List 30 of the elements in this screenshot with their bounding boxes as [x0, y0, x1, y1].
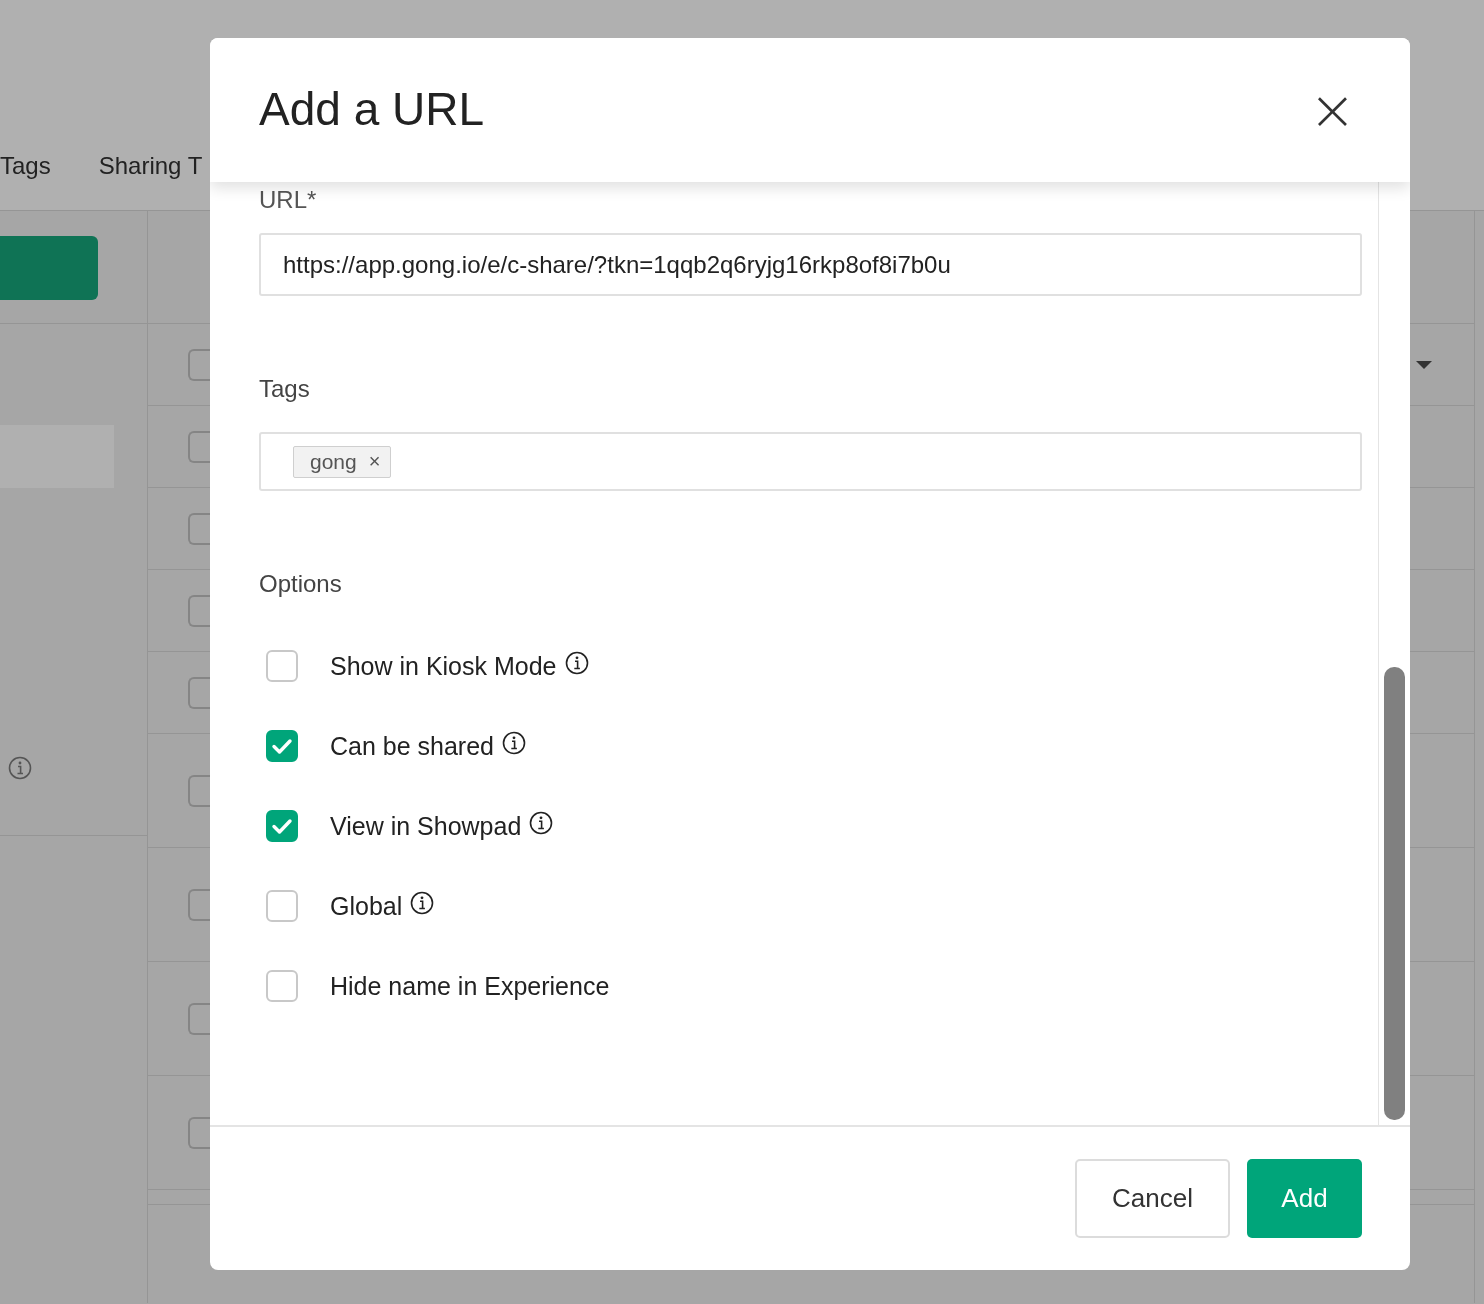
info-icon[interactable] [529, 811, 554, 835]
checkbox[interactable] [266, 650, 298, 682]
option-label: Global [330, 891, 403, 921]
close-button[interactable]: × [1305, 82, 1360, 138]
info-icon[interactable] [564, 651, 589, 675]
checkbox[interactable] [266, 730, 298, 762]
option-label: Hide name in Experience [330, 971, 610, 1001]
tags-field[interactable]: gong × [259, 432, 1362, 491]
field-label: Tags [259, 375, 311, 403]
remove-tag-button[interactable]: × [368, 450, 381, 473]
field-label: URL* [259, 186, 318, 214]
option-label: Show in Kiosk Mode [330, 651, 557, 681]
primary-button[interactable] [0, 236, 98, 300]
option-label: View in Showpad [330, 811, 522, 841]
tab[interactable]: Tags [0, 152, 51, 180]
info-icon [8, 756, 32, 780]
url-field[interactable]: https://app.gong.io/e/c-share/?tkn=1qqb2q6ryjg16rkp8of8i7b0u [259, 233, 1362, 296]
checkbox[interactable] [266, 890, 298, 922]
checkbox[interactable] [266, 970, 298, 1002]
info-icon[interactable] [502, 731, 526, 755]
tag-label: gong [310, 449, 357, 474]
tab[interactable]: Sharing T [98, 152, 203, 180]
section-label: Options [259, 570, 343, 598]
info-icon[interactable] [410, 891, 435, 915]
dialog-title: Add a URL [259, 82, 484, 137]
checkbox[interactable] [266, 810, 298, 842]
caret-icon[interactable] [1416, 360, 1432, 369]
scrollbar-thumb[interactable] [1384, 667, 1405, 1120]
cancel-button[interactable]: Cancel [1075, 1159, 1230, 1238]
option-label: Can be shared [330, 731, 494, 761]
